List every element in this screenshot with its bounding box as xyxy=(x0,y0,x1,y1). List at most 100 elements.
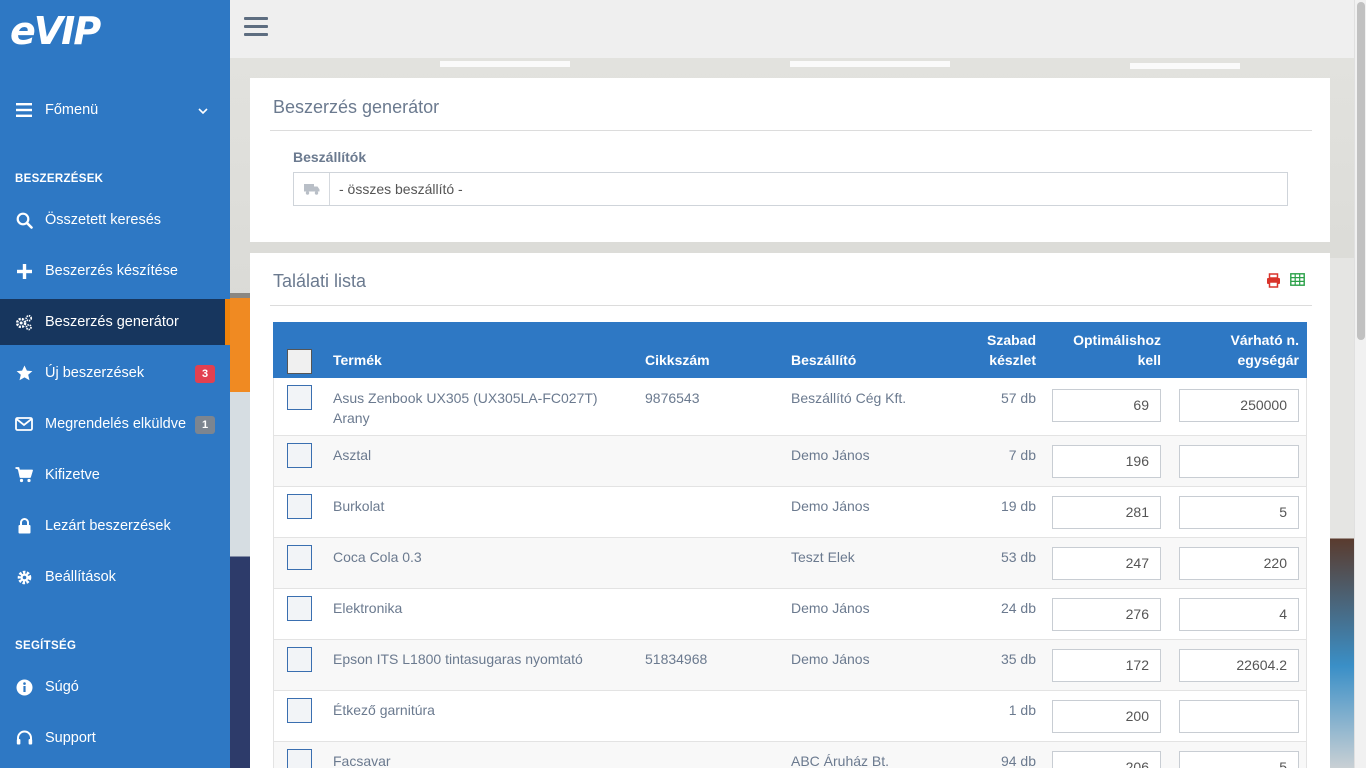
supplier: Beszállító Cég Kft. xyxy=(791,390,907,406)
product-name: Epson ITS L1800 tintasugaras nyomtató xyxy=(333,651,583,667)
print-icon[interactable] xyxy=(1266,273,1281,288)
product-name: Elektronika xyxy=(333,600,403,616)
table-row: Asztal Demo János 7 db 196 xyxy=(273,436,1307,487)
sidebar-item-help[interactable]: Súgó xyxy=(0,664,230,710)
divider xyxy=(270,305,1312,306)
optimal-quantity-input[interactable]: 281 xyxy=(1052,496,1161,529)
product-name: Asus Zenbook UX305 (UX305LA-FC027T) Arany xyxy=(333,390,598,426)
sidebar-item-support[interactable]: Support xyxy=(0,715,230,761)
sidebar-item-paid[interactable]: Kifizetve xyxy=(0,452,230,498)
row-checkbox[interactable] xyxy=(287,494,312,519)
expected-price-input[interactable] xyxy=(1179,445,1299,478)
row-checkbox[interactable] xyxy=(287,647,312,672)
row-checkbox[interactable] xyxy=(287,749,312,768)
row-checkbox[interactable] xyxy=(287,545,312,570)
column-header-sku[interactable]: Cikkszám xyxy=(645,350,710,370)
envelope-icon xyxy=(15,415,33,433)
chevron-down-icon xyxy=(198,103,208,119)
expected-price-input[interactable]: 250000 xyxy=(1179,389,1299,422)
sidebar-item-settings[interactable]: Beállítások xyxy=(0,554,230,600)
sidebar-item-label: Főmenü xyxy=(45,102,99,118)
search-icon xyxy=(15,211,33,229)
sku: 51834968 xyxy=(645,651,708,667)
hamburger-menu-icon[interactable] xyxy=(244,17,268,39)
section-label-purchases: BESZERZÉSEK xyxy=(15,173,104,185)
expected-price-input[interactable] xyxy=(1179,700,1299,733)
free-stock: 19 db xyxy=(1000,498,1036,514)
supplier-select-value: - összes beszállító - xyxy=(339,181,463,197)
free-stock: 53 db xyxy=(1000,549,1036,565)
sidebar-item-label: Beállítások xyxy=(45,569,116,585)
table-row: Epson ITS L1800 tintasugaras nyomtató 51… xyxy=(273,640,1307,691)
row-checkbox[interactable] xyxy=(287,596,312,621)
optimal-quantity-input[interactable]: 206 xyxy=(1052,751,1161,768)
supplier-select[interactable]: - összes beszállító - xyxy=(293,172,1288,206)
optimal-quantity-input[interactable]: 247 xyxy=(1052,547,1161,580)
expected-price-input[interactable]: 22604.2 xyxy=(1179,649,1299,682)
sidebar-item-label: Kifizetve xyxy=(45,467,100,483)
supplier: ABC Áruház Bt. xyxy=(791,753,890,768)
expected-price-input[interactable]: 5 xyxy=(1179,496,1299,529)
count-badge: 1 xyxy=(195,416,215,434)
table-row: Étkező garnitúra 1 db 200 xyxy=(273,691,1307,742)
optimal-quantity-input[interactable]: 69 xyxy=(1052,389,1161,422)
column-header-optimal[interactable]: Optimálishoz kell xyxy=(1073,330,1161,370)
table-row: Facsavar ABC Áruház Bt. 94 db 206 5 xyxy=(273,742,1307,768)
column-header-product[interactable]: Termék xyxy=(333,350,382,370)
cart-icon xyxy=(15,466,33,484)
row-checkbox[interactable] xyxy=(287,385,312,410)
expected-price-input[interactable]: 4 xyxy=(1179,598,1299,631)
product-name: Burkolat xyxy=(333,498,385,514)
sidebar-item-order-sent[interactable]: Megrendelés elküldve 1 xyxy=(0,401,230,447)
sidebar: eVIP Főmenü BESZERZÉSEK Összetett keresé… xyxy=(0,0,230,768)
lock-icon xyxy=(15,517,33,535)
table-row: Coca Cola 0.3 Teszt Elek 53 db 247 220 xyxy=(273,538,1307,589)
star-icon xyxy=(15,364,33,382)
suppliers-label: Beszállítók xyxy=(293,149,367,165)
column-header-free-stock[interactable]: Szabad készlet xyxy=(987,330,1036,370)
optimal-quantity-input[interactable]: 196 xyxy=(1052,445,1161,478)
column-header-supplier[interactable]: Beszállító xyxy=(791,350,856,370)
product-name: Étkező garnitúra xyxy=(333,702,435,718)
free-stock: 24 db xyxy=(1000,600,1036,616)
supplier: Demo János xyxy=(791,600,870,616)
menu-icon xyxy=(15,101,33,119)
sidebar-item-closed-purchases[interactable]: Lezárt beszerzések xyxy=(0,503,230,549)
product-name: Coca Cola 0.3 xyxy=(333,549,422,565)
sidebar-item-main-menu[interactable]: Főmenü xyxy=(0,87,230,133)
optimal-quantity-input[interactable]: 276 xyxy=(1052,598,1161,631)
expected-price-input[interactable]: 220 xyxy=(1179,547,1299,580)
sidebar-item-label: Beszerzés készítése xyxy=(45,263,178,279)
app-logo[interactable]: eVIP xyxy=(10,11,101,51)
sidebar-item-create-purchase[interactable]: Beszerzés készítése xyxy=(0,248,230,294)
table-row: Burkolat Demo János 19 db 281 5 xyxy=(273,487,1307,538)
sidebar-item-label: Beszerzés generátor xyxy=(45,314,179,330)
column-header-expected-price[interactable]: Várható n. egységár xyxy=(1231,330,1299,370)
free-stock: 7 db xyxy=(1008,447,1036,463)
sidebar-item-new-purchases[interactable]: Új beszerzések 3 xyxy=(0,350,230,396)
section-label-help: SEGÍTSÉG xyxy=(15,640,77,652)
excel-export-icon[interactable] xyxy=(1290,273,1305,288)
page-scrollbar[interactable] xyxy=(1354,0,1366,768)
expected-price-input[interactable]: 5 xyxy=(1179,751,1299,768)
product-name: Facsavar xyxy=(333,753,391,768)
table-header: Termék Cikkszám Beszállító Szabad készlet… xyxy=(273,322,1307,378)
table-row: Elektronika Demo János 24 db 276 4 xyxy=(273,589,1307,640)
free-stock: 1 db xyxy=(1008,702,1036,718)
panel-title: Beszerzés generátor xyxy=(273,97,440,117)
sidebar-item-advanced-search[interactable]: Összetett keresés xyxy=(0,197,230,243)
select-all-checkbox[interactable] xyxy=(287,349,312,374)
sidebar-item-purchase-generator[interactable]: Beszerzés generátor xyxy=(0,299,230,345)
count-badge: 3 xyxy=(195,365,215,383)
gear-icon xyxy=(15,568,33,586)
sidebar-item-label: Support xyxy=(45,730,96,746)
optimal-quantity-input[interactable]: 200 xyxy=(1052,700,1161,733)
top-bar xyxy=(230,0,1354,58)
sidebar-item-label: Megrendelés elküldve xyxy=(45,416,187,432)
sku: 9876543 xyxy=(645,390,700,406)
optimal-quantity-input[interactable]: 172 xyxy=(1052,649,1161,682)
truck-icon xyxy=(294,173,330,205)
row-checkbox[interactable] xyxy=(287,698,312,723)
row-checkbox[interactable] xyxy=(287,443,312,468)
scrollbar-thumb[interactable] xyxy=(1357,2,1365,340)
